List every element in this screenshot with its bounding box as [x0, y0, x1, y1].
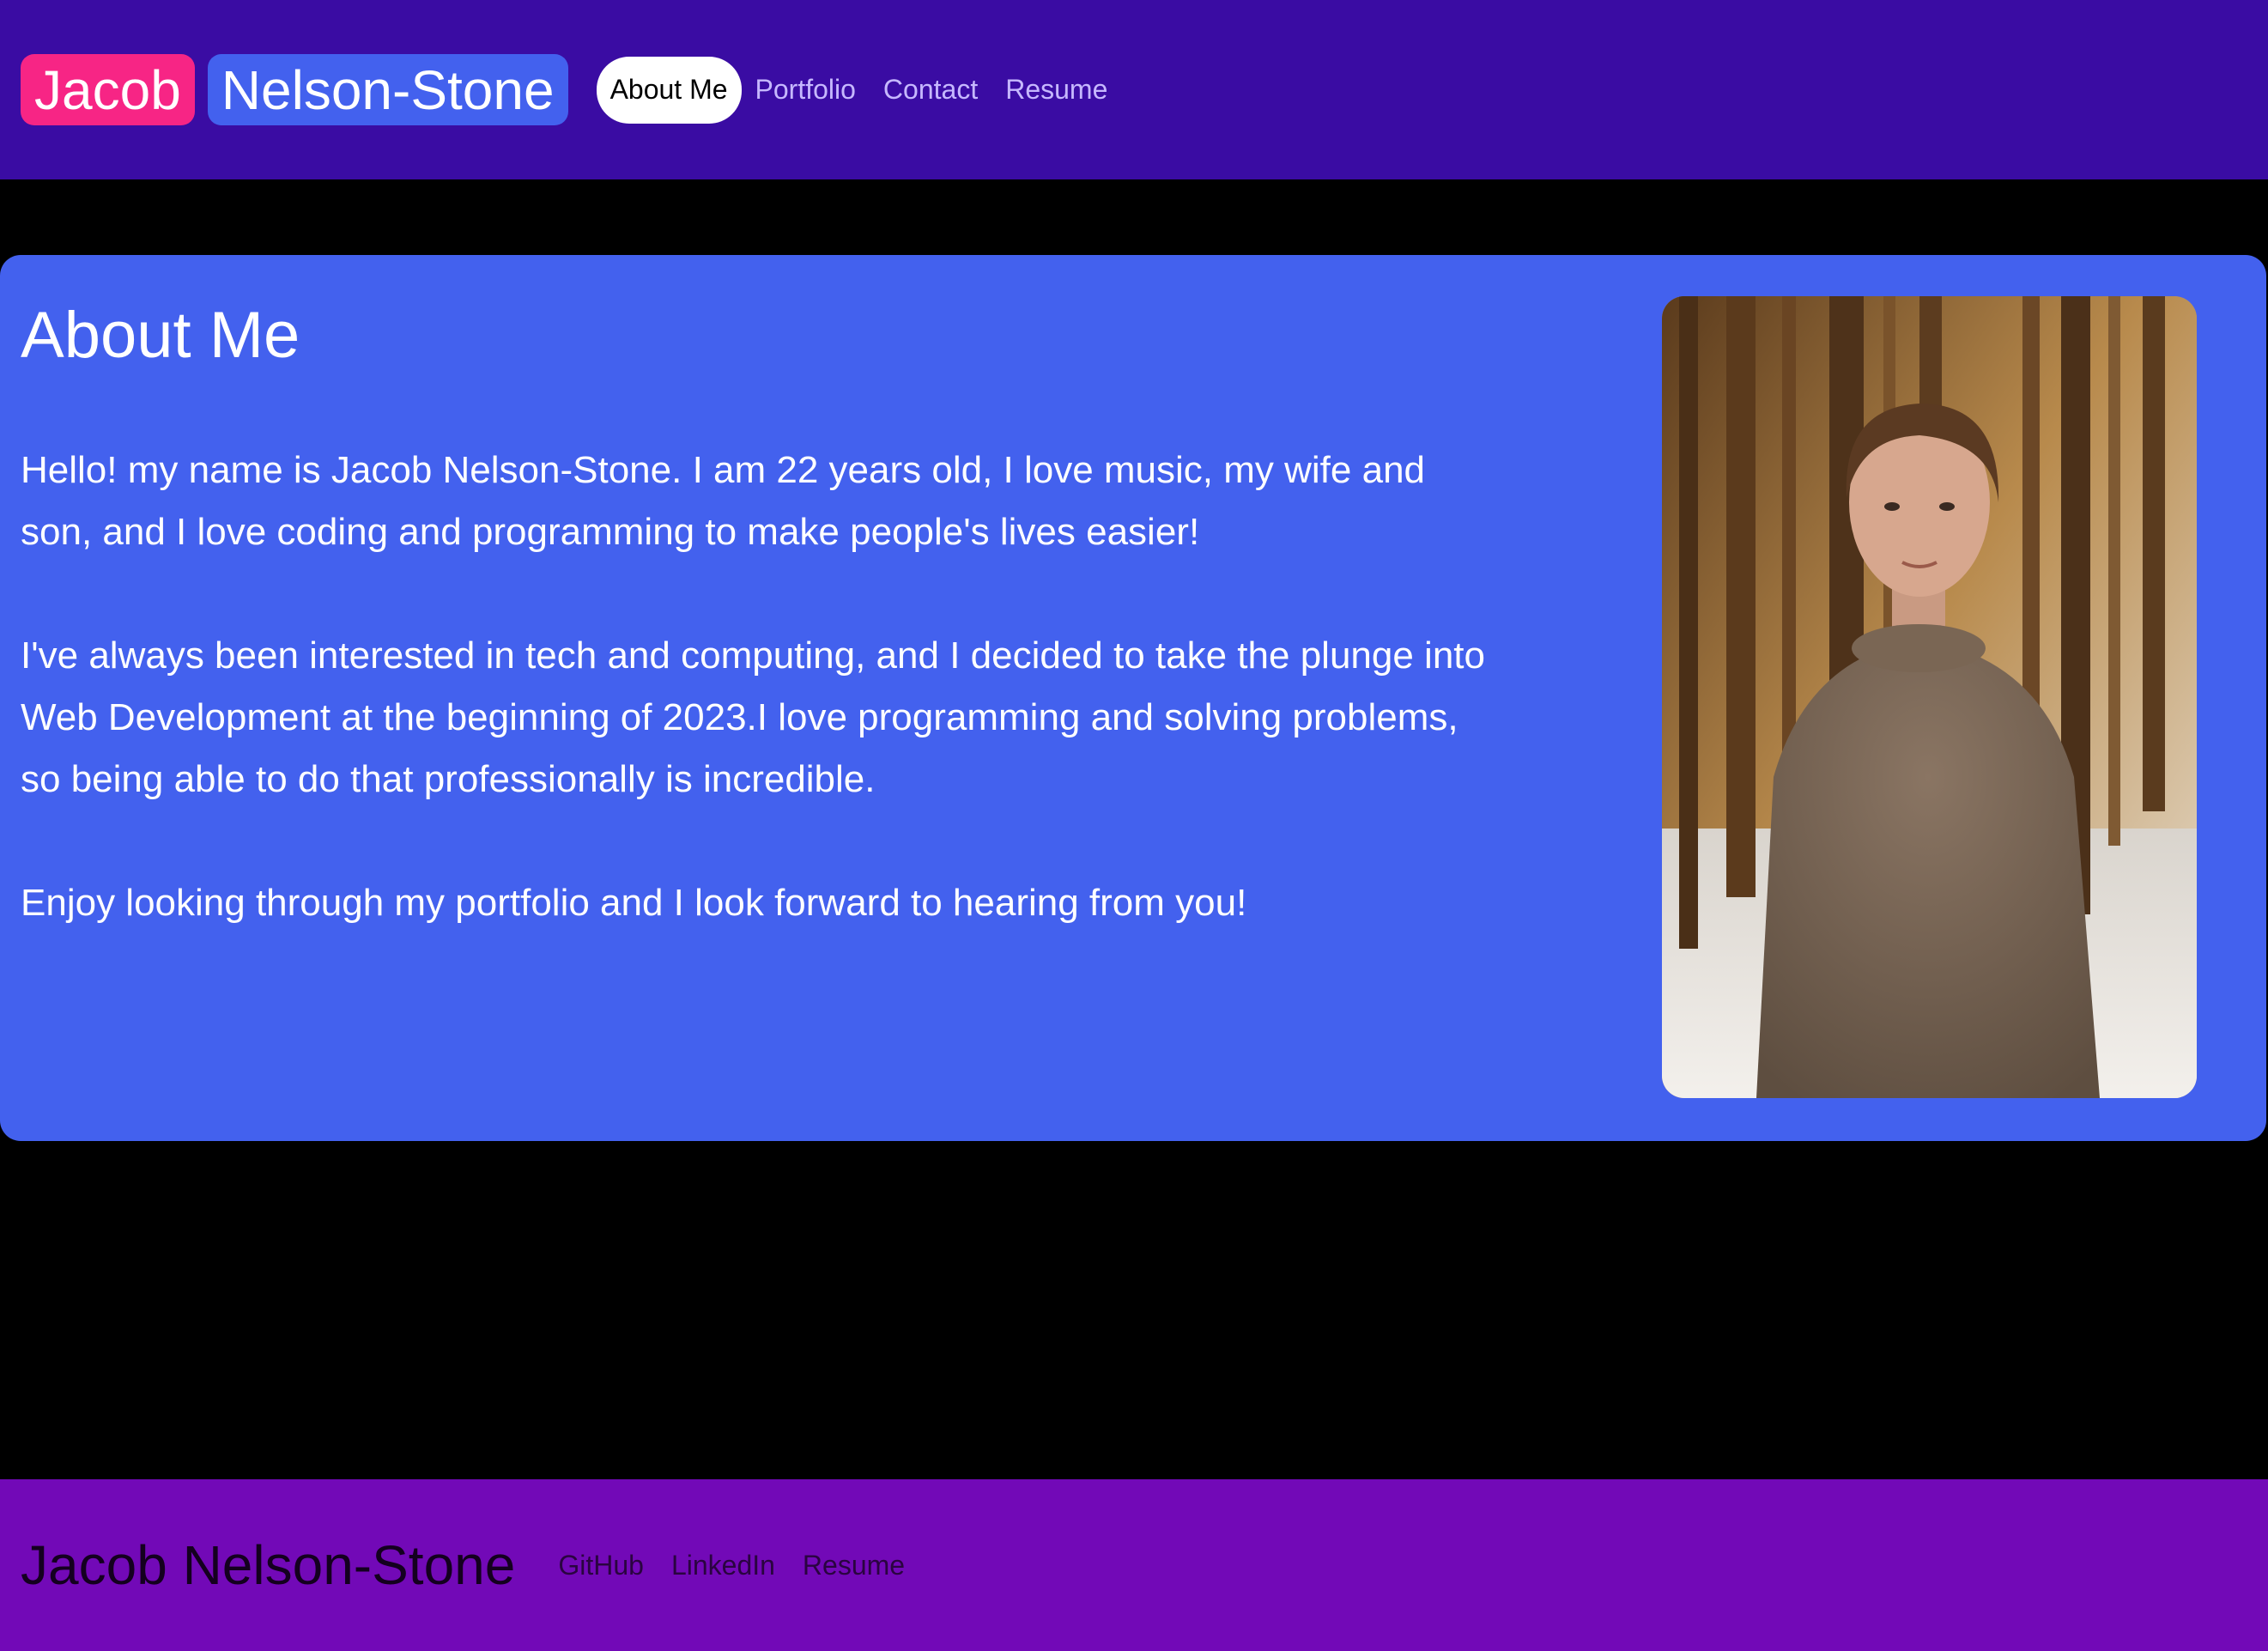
footer-nav: GitHub LinkedIn Resume	[544, 1550, 919, 1581]
nav-portfolio[interactable]: Portfolio	[742, 57, 870, 124]
brand-last-name: Nelson-Stone	[207, 54, 568, 125]
about-paragraph-background: I've always been interested in tech and …	[21, 634, 1485, 800]
nav-contact[interactable]: Contact	[870, 57, 991, 124]
main-nav: About Me Portfolio Contact Resume	[596, 56, 1122, 124]
footer-link-github[interactable]: GitHub	[544, 1550, 658, 1581]
profile-photo	[1662, 296, 2197, 1098]
about-text: Hello! my name is Jacob Nelson-Stone. I …	[21, 440, 1497, 996]
brand-logo[interactable]: Jacob Nelson-Stone	[21, 54, 568, 125]
site-footer: Jacob Nelson-Stone GitHub LinkedIn Resum…	[0, 1479, 2268, 1651]
nav-resume[interactable]: Resume	[991, 57, 1121, 124]
brand-first-name: Jacob	[21, 54, 195, 125]
site-header: Jacob Nelson-Stone About Me Portfolio Co…	[0, 0, 2268, 179]
about-paragraph-intro: Hello! my name is Jacob Nelson-Stone. I …	[21, 449, 1426, 553]
footer-link-resume[interactable]: Resume	[789, 1550, 919, 1581]
profile-photo-graphic	[1662, 296, 2197, 1098]
about-title: About Me	[21, 299, 300, 372]
footer-link-linkedin[interactable]: LinkedIn	[658, 1550, 789, 1581]
about-paragraph-closing: Enjoy looking through my portfolio and I…	[21, 882, 1247, 924]
about-card: About Me Hello! my name is Jacob Nelson-…	[0, 255, 2266, 1141]
nav-about-me[interactable]: About Me	[596, 56, 742, 124]
footer-name: Jacob Nelson-Stone	[21, 1534, 516, 1596]
